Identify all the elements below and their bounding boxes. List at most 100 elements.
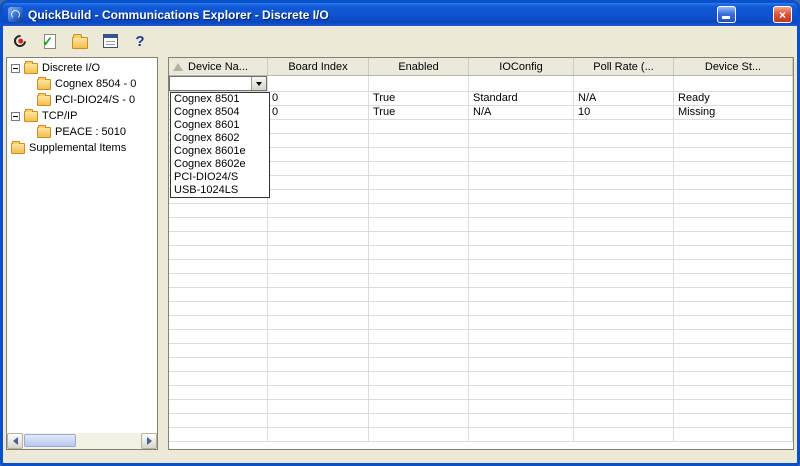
grid-cell[interactable]	[674, 134, 793, 147]
grid-cell[interactable]	[469, 400, 574, 413]
grid-cell[interactable]	[369, 148, 469, 161]
scrollbar-thumb[interactable]	[24, 434, 76, 447]
grid-cell[interactable]	[574, 176, 674, 189]
grid-cell[interactable]	[268, 316, 369, 329]
grid-cell[interactable]: True	[369, 92, 469, 105]
grid-row[interactable]	[169, 232, 793, 246]
validate-button[interactable]: ✓	[38, 29, 62, 53]
grid-cell[interactable]: N/A	[469, 106, 574, 119]
dropdown-option[interactable]: Cognex 8601e	[171, 145, 269, 158]
grid-cell[interactable]	[169, 232, 268, 245]
grid-cell[interactable]	[369, 288, 469, 301]
grid-cell[interactable]	[469, 232, 574, 245]
grid-cell[interactable]	[674, 428, 793, 441]
grid-cell[interactable]	[574, 260, 674, 273]
grid-cell[interactable]: Missing	[674, 106, 793, 119]
grid-cell[interactable]	[369, 204, 469, 217]
grid-cell[interactable]	[169, 218, 268, 231]
grid-cell[interactable]	[469, 288, 574, 301]
grid-cell[interactable]	[674, 218, 793, 231]
grid-cell[interactable]	[574, 414, 674, 427]
grid-cell[interactable]	[169, 386, 268, 399]
grid-cell[interactable]	[469, 120, 574, 133]
grid-cell[interactable]	[674, 176, 793, 189]
grid-cell[interactable]	[169, 288, 268, 301]
grid-cell[interactable]	[169, 330, 268, 343]
grid-cell[interactable]	[469, 162, 574, 175]
grid-cell[interactable]	[268, 302, 369, 315]
grid-cell[interactable]	[169, 414, 268, 427]
grid-cell[interactable]	[268, 372, 369, 385]
grid-cell[interactable]: True	[369, 106, 469, 119]
scrollbar-track[interactable]	[23, 433, 141, 449]
grid-cell[interactable]	[268, 148, 369, 161]
grid-cell[interactable]	[169, 302, 268, 315]
grid-cell[interactable]	[268, 176, 369, 189]
grid-cell[interactable]	[369, 344, 469, 357]
grid-cell[interactable]	[574, 428, 674, 441]
grid-cell[interactable]	[469, 260, 574, 273]
grid-cell[interactable]	[469, 316, 574, 329]
grid-cell[interactable]	[574, 148, 674, 161]
grid-cell[interactable]	[268, 400, 369, 413]
open-folder-button[interactable]	[68, 29, 92, 53]
grid-cell[interactable]	[369, 176, 469, 189]
grid-cell[interactable]	[469, 190, 574, 203]
grid-cell[interactable]	[369, 358, 469, 371]
grid-row[interactable]	[169, 246, 793, 260]
grid-cell[interactable]	[574, 288, 674, 301]
grid-cell[interactable]	[369, 274, 469, 287]
grid-cell[interactable]	[574, 232, 674, 245]
tree-collapse-icon[interactable]	[11, 63, 20, 73]
grid-cell[interactable]	[169, 428, 268, 441]
grid-cell[interactable]	[369, 386, 469, 399]
grid-cell[interactable]	[469, 428, 574, 441]
grid-cell[interactable]	[369, 120, 469, 133]
tree-item[interactable]: Cognex 8504 - 0	[7, 76, 157, 92]
column-header[interactable]: Board Index	[268, 58, 369, 75]
grid-cell[interactable]	[469, 386, 574, 399]
column-header[interactable]: Device St...	[674, 58, 793, 75]
grid-cell[interactable]	[369, 414, 469, 427]
grid-row[interactable]	[169, 302, 793, 316]
grid-cell[interactable]	[268, 232, 369, 245]
grid-cell[interactable]: Ready	[674, 92, 793, 105]
grid-cell[interactable]	[674, 330, 793, 343]
minimize-button[interactable]	[717, 6, 736, 23]
help-button[interactable]: ?	[128, 29, 152, 53]
grid-cell[interactable]	[469, 246, 574, 259]
grid-cell[interactable]: N/A	[574, 92, 674, 105]
grid-cell[interactable]	[169, 400, 268, 413]
grid-cell[interactable]	[268, 134, 369, 147]
grid-cell[interactable]	[469, 134, 574, 147]
grid-row[interactable]	[169, 316, 793, 330]
grid-row[interactable]	[169, 288, 793, 302]
grid-cell[interactable]	[369, 400, 469, 413]
grid-cell[interactable]	[469, 274, 574, 287]
column-header[interactable]: IOConfig	[469, 58, 574, 75]
grid-cell[interactable]	[469, 344, 574, 357]
grid-cell[interactable]	[674, 274, 793, 287]
grid-cell[interactable]	[574, 162, 674, 175]
grid-cell[interactable]: Standard	[469, 92, 574, 105]
grid-row[interactable]	[169, 260, 793, 274]
tree-item[interactable]: TCP/IP	[7, 108, 157, 124]
grid-cell[interactable]	[674, 316, 793, 329]
grid-cell[interactable]	[169, 358, 268, 371]
dropdown-option[interactable]: Cognex 8602	[171, 132, 269, 145]
grid-cell[interactable]	[674, 204, 793, 217]
grid-cell[interactable]	[469, 372, 574, 385]
grid-cell[interactable]	[469, 358, 574, 371]
grid-cell[interactable]	[268, 76, 369, 91]
grid-cell[interactable]	[469, 330, 574, 343]
column-header[interactable]: Poll Rate (...	[574, 58, 674, 75]
grid-cell[interactable]	[268, 274, 369, 287]
grid-cell[interactable]	[268, 358, 369, 371]
grid-cell[interactable]	[369, 190, 469, 203]
title-bar[interactable]: QuickBuild - Communications Explorer - D…	[3, 3, 797, 26]
grid-cell[interactable]	[268, 190, 369, 203]
dropdown-option[interactable]: USB-1024LS	[171, 184, 269, 197]
grid-cell[interactable]	[674, 246, 793, 259]
grid-row[interactable]	[169, 414, 793, 428]
grid-cell[interactable]	[674, 162, 793, 175]
